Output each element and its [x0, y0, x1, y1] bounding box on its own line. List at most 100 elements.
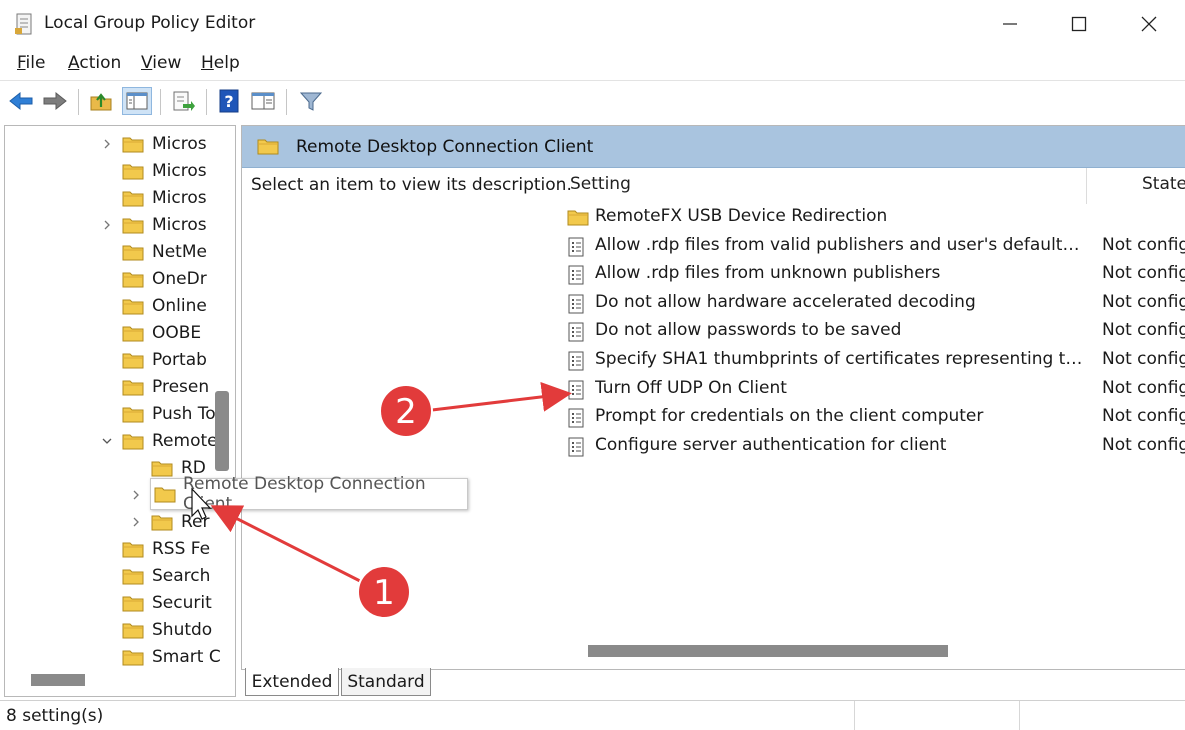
up-one-level-button[interactable]	[86, 87, 116, 115]
group-policy-app-icon	[15, 13, 32, 35]
close-button[interactable]	[1114, 0, 1184, 48]
column-header-state[interactable]: State	[1142, 174, 1185, 194]
menu-action[interactable]: Action	[68, 53, 121, 73]
policy-setting-row[interactable]: Allow .rdp files from valid publishers a…	[562, 232, 1185, 260]
menu-view[interactable]: View	[141, 53, 181, 73]
tree-item-label: Securit	[152, 592, 212, 613]
policy-setting-row[interactable]: Specify SHA1 thumbprints of certificates…	[562, 346, 1185, 374]
setting-name: Prompt for credentials on the client com…	[595, 406, 984, 427]
tree-item[interactable]: Micros	[104, 130, 207, 157]
show-hide-tree-button[interactable]	[122, 87, 152, 115]
forward-button[interactable]	[40, 87, 70, 115]
tree-item[interactable]: Securit	[122, 589, 212, 616]
help-button[interactable]: ?	[214, 87, 244, 115]
setting-name: RemoteFX USB Device Redirection	[595, 206, 888, 226]
description-text: Select an item to view its description.	[251, 175, 572, 195]
folder-icon	[122, 596, 144, 611]
settings-folder-row[interactable]: RemoteFX USB Device Redirection	[562, 203, 1185, 231]
tooltip-text: Remote Desktop Connection Client	[183, 474, 426, 514]
chevron-down-icon[interactable]	[102, 436, 112, 446]
tree-item[interactable]: Micros	[122, 184, 207, 211]
chevron-right-icon[interactable]	[102, 220, 112, 230]
settings-horizontal-scrollbar-thumb[interactable]	[588, 645, 948, 657]
folder-icon	[122, 164, 144, 179]
policy-setting-row[interactable]: Prompt for credentials on the client com…	[562, 403, 1185, 431]
setting-name: Do not allow hardware accelerated decodi…	[595, 291, 976, 312]
tree-item[interactable]: Portab	[122, 346, 207, 373]
tree-item[interactable]: Push To	[122, 400, 216, 427]
properties-button[interactable]	[248, 87, 278, 115]
folder-icon	[257, 139, 279, 155]
policy-setting-row[interactable]: Allow .rdp files from unknown publishers…	[562, 260, 1185, 288]
navigation-tree[interactable]: Micros Micros Micros Micros NetMe OneDr Online…	[4, 125, 236, 697]
policy-setting-icon	[568, 265, 584, 285]
policy-setting-icon	[568, 380, 584, 400]
close-icon	[1141, 16, 1157, 32]
setting-state: Not config	[1102, 234, 1185, 255]
chevron-right-icon[interactable]	[131, 517, 141, 527]
folder-icon	[567, 210, 589, 226]
tree-item[interactable]: RSS Fe	[122, 535, 210, 562]
tree-item-label: Portab	[152, 349, 207, 370]
tree-horizontal-scrollbar-thumb[interactable]	[31, 674, 85, 686]
setting-state: Not config	[1102, 263, 1185, 284]
folder-icon	[122, 542, 144, 557]
folder-icon	[122, 353, 144, 368]
setting-name: Do not allow passwords to be saved	[595, 320, 902, 341]
tree-item[interactable]: Smart C	[122, 643, 221, 670]
tree-item[interactable]: Online	[122, 292, 207, 319]
policy-setting-row[interactable]: Do not allow passwords to be saved Not co…	[562, 317, 1185, 345]
policy-setting-row[interactable]: Turn Off UDP On Client Not config	[562, 375, 1185, 403]
folder-icon	[151, 515, 173, 530]
menu-bar: File Action View Help	[0, 48, 1185, 80]
column-divider[interactable]	[1086, 168, 1087, 204]
maximize-button[interactable]	[1044, 0, 1114, 48]
tree-item-label: Online	[152, 295, 207, 316]
help-icon: ?	[219, 89, 239, 113]
minimize-button[interactable]	[975, 0, 1045, 48]
tree-item-label: Search	[152, 565, 211, 586]
tab-standard[interactable]: Standard	[341, 668, 431, 696]
tree-item[interactable]: Search	[122, 562, 210, 589]
details-header: Remote Desktop Connection Client	[242, 126, 1185, 168]
folder-icon	[122, 326, 144, 341]
folder-icon	[151, 461, 173, 476]
details-pane: Remote Desktop Connection Client Select …	[241, 125, 1185, 670]
tree-item-label: Remote	[152, 430, 218, 451]
tree-item[interactable]: OneDr	[122, 265, 207, 292]
maximize-icon	[1071, 16, 1087, 32]
menu-file[interactable]: File	[17, 53, 45, 73]
menu-help[interactable]: Help	[201, 53, 240, 73]
chevron-right-icon[interactable]	[102, 139, 112, 149]
tree-item-label: OOBE	[152, 322, 202, 343]
column-header-setting[interactable]: Setting	[570, 174, 631, 194]
tree-item[interactable]: Remote	[102, 427, 218, 454]
policy-setting-row[interactable]: Configure server authentication for clie…	[562, 432, 1185, 460]
tree-item-label: Micros	[152, 133, 207, 154]
setting-state: Not config	[1102, 291, 1185, 312]
up-folder-icon	[90, 93, 112, 111]
tree-item[interactable]: Micros	[104, 211, 207, 238]
filter-button[interactable]	[296, 87, 326, 115]
window-title: Local Group Policy Editor	[44, 13, 256, 33]
tree-vertical-scrollbar-thumb[interactable]	[215, 391, 229, 471]
folder-icon	[122, 623, 144, 638]
toolbar-separator	[160, 89, 161, 115]
tree-item[interactable]: OOBE	[122, 319, 201, 346]
tab-extended[interactable]: Extended	[245, 668, 339, 696]
folder-icon	[122, 191, 144, 206]
settings-list: Setting State RemoteFX USB Device Redire…	[562, 168, 1185, 669]
policy-setting-icon	[568, 294, 584, 314]
toolbar-separator	[206, 89, 207, 115]
tree-item[interactable]: Shutdo	[122, 616, 212, 643]
back-button[interactable]	[6, 87, 36, 115]
export-list-button[interactable]	[168, 87, 198, 115]
tree-item[interactable]: Micros	[122, 157, 207, 184]
tree-item[interactable]: NetMe	[122, 238, 207, 265]
chevron-right-icon[interactable]	[131, 490, 141, 500]
policy-setting-row[interactable]: Do not allow hardware accelerated decodi…	[562, 289, 1185, 317]
folder-icon	[122, 299, 144, 314]
policy-setting-icon	[568, 237, 584, 257]
setting-name: Turn Off UDP On Client	[595, 377, 787, 398]
tree-item[interactable]: Presen	[122, 373, 209, 400]
